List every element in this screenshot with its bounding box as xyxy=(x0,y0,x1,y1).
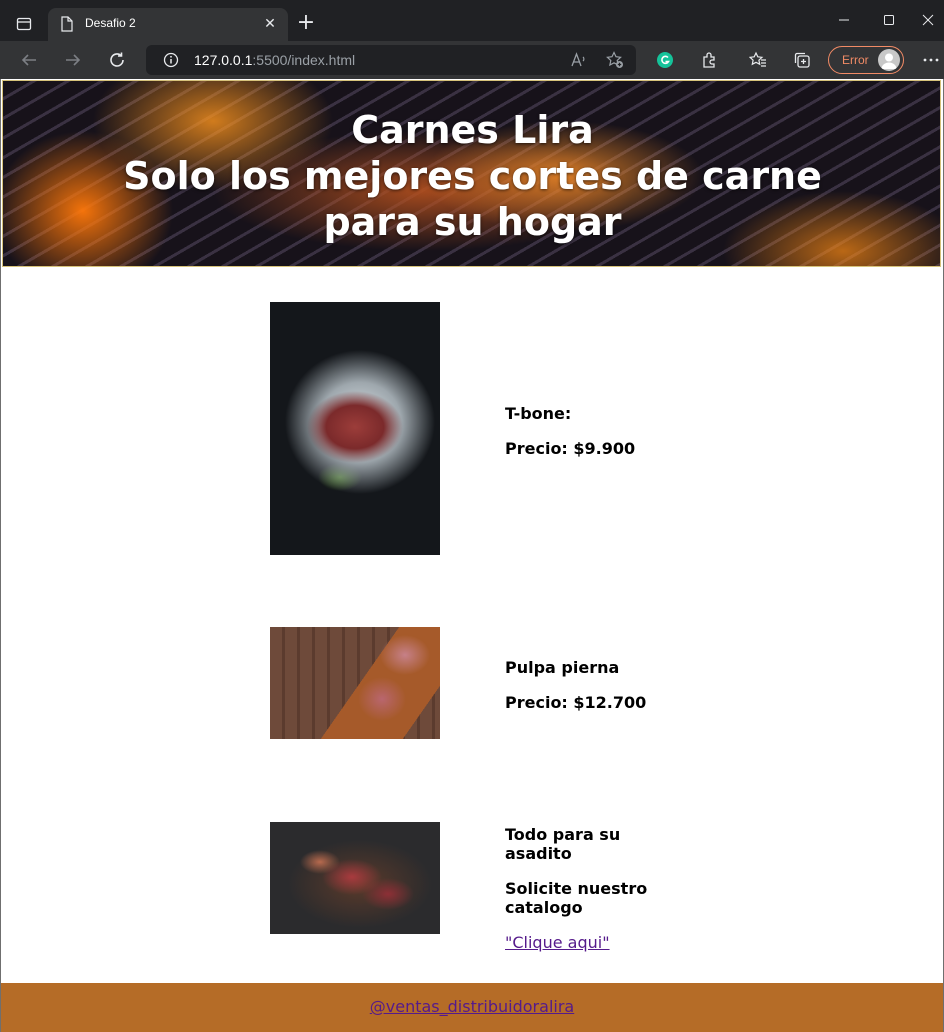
forward-icon[interactable] xyxy=(62,49,84,71)
product-price: Precio: $9.900 xyxy=(505,439,636,458)
browser-tab[interactable]: Desafio 2 ✕ xyxy=(48,8,288,41)
collections-icon[interactable] xyxy=(791,49,813,71)
product-name: Pulpa pierna xyxy=(505,658,620,677)
product-price: Precio: $12.700 xyxy=(505,693,647,712)
page-icon xyxy=(60,16,74,36)
url-path: :5500/index.html xyxy=(252,52,356,68)
favorites-icon[interactable] xyxy=(747,49,769,71)
tbone-image xyxy=(270,302,440,555)
close-tab-icon[interactable]: ✕ xyxy=(262,16,278,32)
instagram-link[interactable]: @ventas_distribuidoralira xyxy=(1,997,943,1016)
url-host: 127.0.0.1 xyxy=(194,52,253,68)
extensions-icon[interactable] xyxy=(698,49,720,71)
profile-error-button[interactable]: Error xyxy=(828,46,904,74)
catalog-note: Solicite nuestro catalogo xyxy=(505,879,648,917)
product-name: T-bone: xyxy=(505,404,572,423)
pulpa-pierna-image xyxy=(270,627,440,739)
avatar xyxy=(878,49,900,71)
add-favorite-icon[interactable] xyxy=(604,49,626,71)
product-info-tbone: T-bone: Precio: $9.900 xyxy=(505,404,665,474)
hero-heading: Carnes Lira Solo los mejores cortes de c… xyxy=(3,107,940,245)
footer: @ventas_distribuidoralira xyxy=(1,983,943,1032)
new-tab-icon[interactable]: + xyxy=(294,12,318,36)
site-info-icon[interactable] xyxy=(160,49,182,71)
hero-subtitle: Solo los mejores cortes de carne para su… xyxy=(123,154,822,244)
profile-error-label: Error xyxy=(842,53,869,67)
asado-image xyxy=(270,822,440,934)
catalog-link[interactable]: "Clique aqui" xyxy=(505,933,610,952)
maximize-icon[interactable] xyxy=(874,6,904,34)
hero-banner: Carnes Lira Solo los mejores cortes de c… xyxy=(2,80,941,267)
product-name: Todo para su asadito xyxy=(505,825,621,863)
tab-title: Desafio 2 xyxy=(85,16,136,30)
tab-actions-icon[interactable] xyxy=(8,9,40,39)
minimize-icon[interactable] xyxy=(829,6,859,34)
grammarly-icon[interactable] xyxy=(654,49,676,71)
browser-titlebar: Desafio 2 ✕ + xyxy=(0,0,944,41)
product-info-asado: Todo para su asadito Solicite nuestro ca… xyxy=(505,825,665,952)
hero-title: Carnes Lira xyxy=(351,108,594,152)
more-menu-icon[interactable] xyxy=(920,49,942,71)
read-aloud-icon[interactable] xyxy=(568,49,590,71)
product-info-pulpa: Pulpa pierna Precio: $12.700 xyxy=(505,658,665,728)
address-bar[interactable]: 127.0.0.1:5500/index.html xyxy=(146,45,636,75)
browser-toolbar: 127.0.0.1:5500/index.html Error xyxy=(0,41,944,79)
back-icon[interactable] xyxy=(18,49,40,71)
refresh-icon[interactable] xyxy=(106,49,128,71)
url-text: 127.0.0.1:5500/index.html xyxy=(194,52,355,68)
close-window-icon[interactable] xyxy=(913,6,943,34)
